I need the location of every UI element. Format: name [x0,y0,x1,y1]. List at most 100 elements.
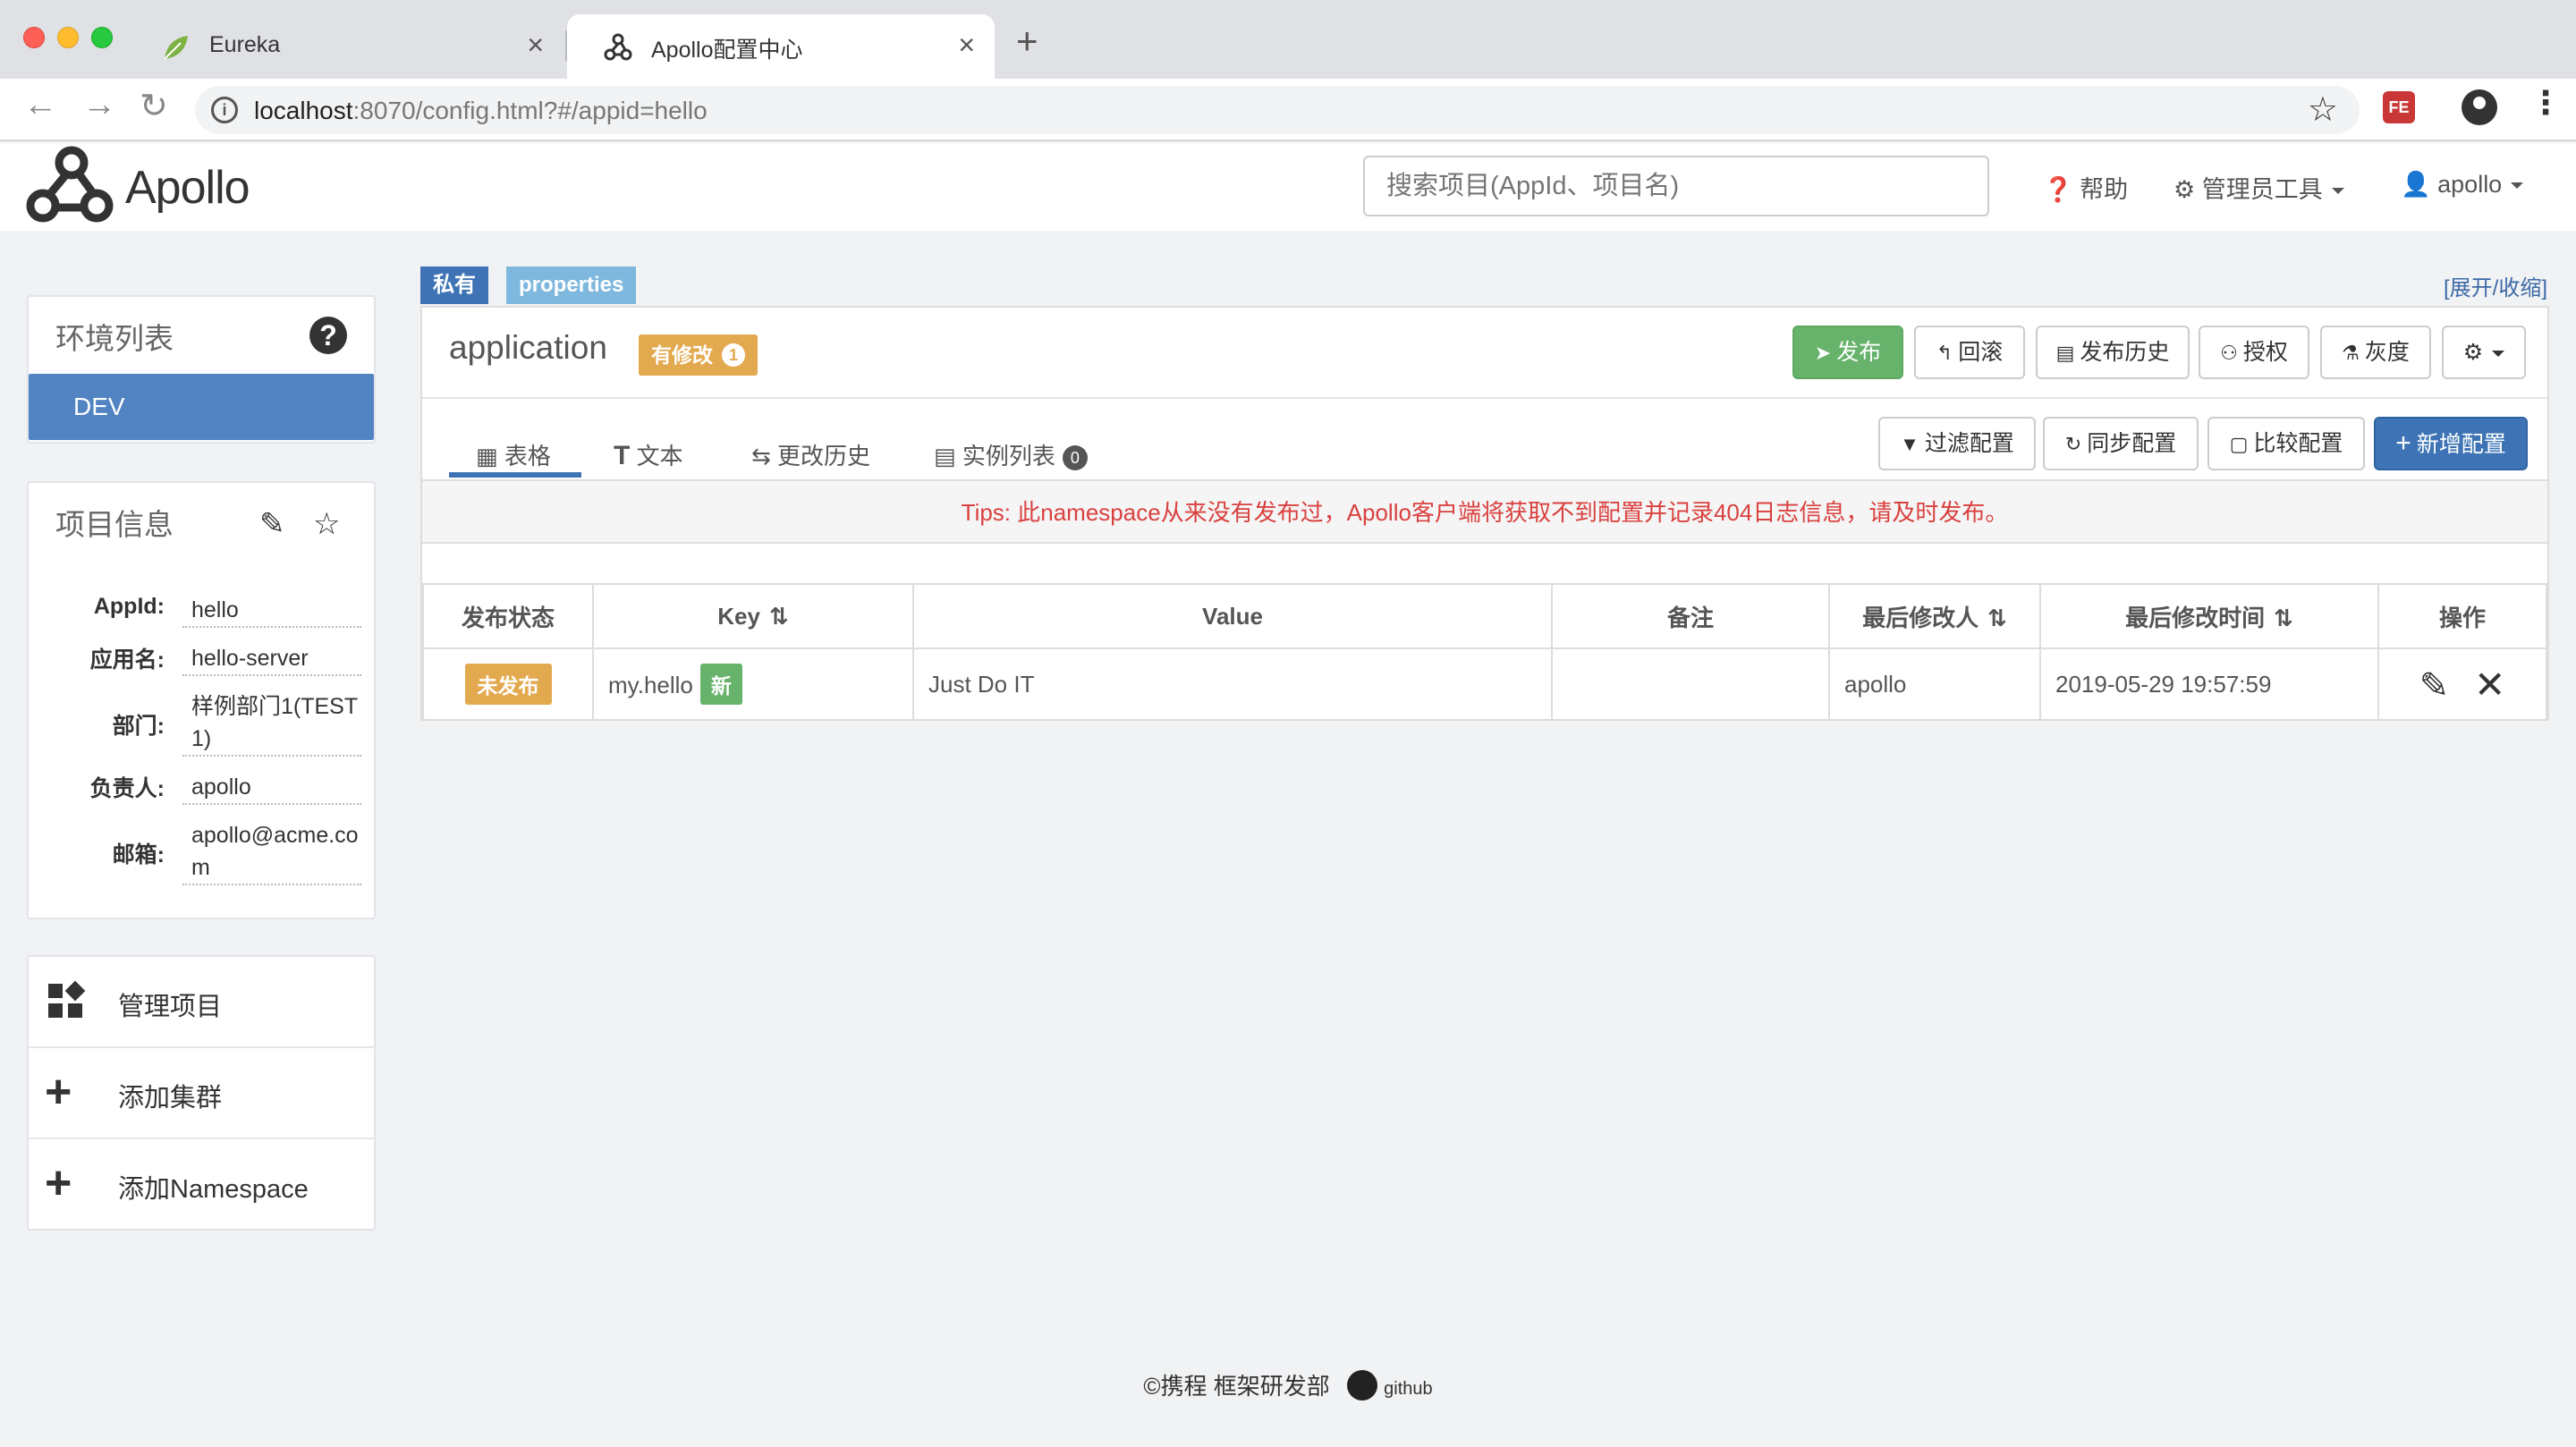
modified-badge: 有修改 1 [639,334,758,376]
url-text[interactable]: localhost:8070/config.html?#/appid=hello [254,97,708,125]
project-info-panel: 项目信息 ✎ ☆ AppId: hello 应用名: hello-server … [27,481,376,919]
star-icon[interactable]: ☆ [313,506,340,542]
list-icon: ▤ [934,443,956,470]
send-icon: ➤ [1814,342,1832,364]
expand-collapse-link[interactable]: [展开/收缩] [2444,270,2547,301]
gear-icon: ⚙ [2174,176,2196,203]
footer: ©携程 框架研发部 github [0,1368,2576,1403]
tab-instance-list[interactable]: ▤ 实例列表 0 [934,438,1088,471]
admin-tools-dropdown[interactable]: ⚙ 管理员工具 [2174,170,2344,205]
extension-fe-icon[interactable]: FE [2383,91,2415,123]
browser-tab-apollo[interactable]: Apollo配置中心 × [567,14,995,79]
bookmark-star-icon[interactable]: ☆ [2308,89,2338,130]
modified-count: 1 [722,343,745,367]
reload-icon[interactable]: ↻ [140,86,168,126]
browser-menu-icon[interactable]: ⋮ [2529,84,2562,122]
edit-icon[interactable]: ✎ [259,506,285,542]
manage-project-item[interactable]: 管理项目 [29,957,374,1048]
col-value: Value [912,583,1553,649]
gray-release-button[interactable]: ⚗ 灰度 [2320,326,2431,379]
settings-dropdown-button[interactable]: ⚙ [2442,326,2526,379]
address-bar[interactable]: i localhost:8070/config.html?#/appid=hel… [195,86,2360,134]
delete-icon[interactable]: ✕ [2474,664,2505,706]
col-comment: 备注 [1551,583,1830,649]
namespace-title: application [449,329,607,366]
caret-down-icon [2492,350,2505,357]
col-modifier[interactable]: 最后修改人 ⇅ [1828,583,2041,649]
swap-icon: ⇆ [751,443,771,470]
config-value: Just Do IT [912,647,1553,721]
col-actions: 操作 [2377,583,2547,649]
tab-text[interactable]: T 文本 [614,438,683,471]
flask-icon: ⚗ [2342,342,2360,364]
unpublished-badge: 未发布 [464,664,552,705]
edit-icon[interactable]: ✎ [2419,666,2450,706]
gear-icon: ⚙ [2462,340,2484,365]
env-list-title: 环境列表 [55,322,174,355]
browser-tab-title: Apollo配置中心 [651,38,803,63]
format-badge: properties [506,267,637,304]
plus-icon: + [45,1157,72,1209]
text-icon: T [614,441,631,470]
browser-tab-title: Eureka [209,32,281,57]
browser-toolbar: ← → ↻ i localhost:8070/config.html?#/app… [0,79,2576,141]
namespace-panel: application 有修改 1 ➤ 发布 ↰ 回滚 ▤ 发布历史 ⚇ 授权 ⚗ 灰度 ⚙… [420,306,2549,721]
compare-config-button[interactable]: ▢ 比较配置 [2207,417,2365,470]
active-tab-indicator [449,472,581,478]
col-status: 发布状态 [422,583,594,649]
dashboard-icon [48,980,86,1018]
profile-avatar-icon[interactable] [2462,89,2497,125]
close-icon[interactable]: × [958,29,975,62]
calendar-icon: ▤ [2055,342,2075,364]
add-cluster-item[interactable]: + 添加集群 [29,1048,374,1139]
col-key[interactable]: Key ⇅ [592,583,914,649]
plus-icon: + [2395,428,2411,458]
back-arrow-icon[interactable]: ← [23,86,57,124]
table-icon: ▦ [476,443,498,470]
user-icon: 👤 [2401,171,2431,198]
env-item-dev[interactable]: DEV [29,374,374,440]
question-icon[interactable]: ? [309,317,347,354]
col-modified-time[interactable]: 最后修改时间 ⇅ [2039,583,2379,649]
user-icon: ⚇ [2220,342,2238,364]
unpublished-tips: Tips: 此namespace从来没有发布过，Apollo客户端将获取不到配置… [422,479,2547,544]
project-search-input[interactable] [1363,156,1989,216]
add-namespace-item[interactable]: + 添加Namespace [29,1139,374,1231]
help-link[interactable]: ❓ 帮助 [2043,170,2128,205]
logo-text[interactable]: Apollo [125,161,250,215]
window-zoom-button[interactable] [91,27,113,48]
filter-config-button[interactable]: ▼ 过滤配置 [1878,417,2036,470]
browser-tabbar: Eureka × Apollo配置中心 × + [0,0,2576,79]
github-link[interactable]: github [1384,1379,1433,1399]
sort-icon: ⇅ [1987,604,2007,631]
github-icon[interactable] [1346,1370,1377,1401]
add-config-button[interactable]: + 新增配置 [2374,417,2528,470]
caret-down-icon [2331,188,2344,195]
sync-config-button[interactable]: ↻ 同步配置 [2043,417,2199,470]
instance-count: 0 [1062,445,1088,471]
forward-arrow-icon[interactable]: → [82,86,116,124]
rollback-button[interactable]: ↰ 回滚 [1914,326,2025,379]
project-actions-panel: 管理项目 + 添加集群 + 添加Namespace [27,955,376,1231]
config-modified-time: 2019-05-29 19:57:59 [2039,647,2379,721]
window-minimize-button[interactable] [57,27,79,48]
file-icon: ▢ [2229,433,2249,455]
publish-history-button[interactable]: ▤ 发布历史 [2036,326,2190,379]
leaf-icon [164,36,188,60]
browser-tab-eureka[interactable]: Eureka × [125,14,564,79]
grant-button[interactable]: ⚇ 授权 [2199,326,2309,379]
apollo-logo-icon[interactable] [25,143,114,227]
config-table: 发布状态 Key ⇅ Value 备注 最后修改人 ⇅ 最后修改时间 ⇅ 操作 未发布… [422,583,2547,721]
new-tab-button[interactable]: + [1016,20,1038,63]
close-icon[interactable]: × [527,29,544,62]
user-dropdown[interactable]: 👤 apollo [2401,170,2524,199]
info-icon[interactable]: i [211,97,238,123]
tab-change-history[interactable]: ⇆ 更改历史 [751,438,870,471]
window-close-button[interactable] [23,27,45,48]
sort-icon: ⇅ [768,602,789,630]
scope-badge: 私有 [420,267,488,304]
refresh-icon: ↻ [2064,433,2082,455]
table-row: 未发布 my.hello 新 Just Do IT apollo 2019-05-… [422,647,2547,721]
tab-table[interactable]: ▦ 表格 [476,438,551,471]
publish-button[interactable]: ➤ 发布 [1792,326,1903,379]
